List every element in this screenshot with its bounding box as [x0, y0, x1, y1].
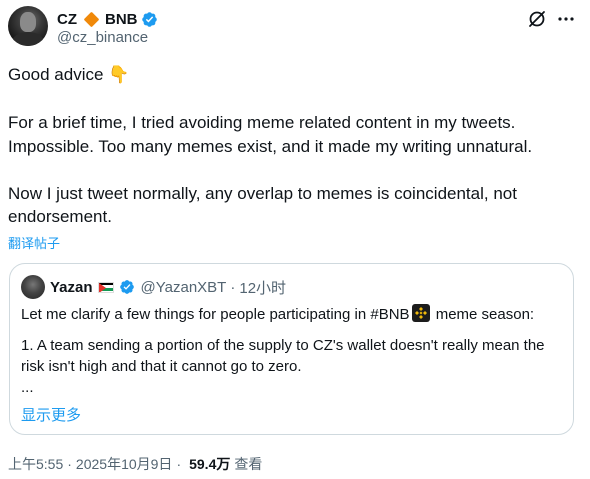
- verified-badge-icon: [119, 280, 134, 294]
- tweet-paragraph-2: For a brief time, I tried avoiding meme …: [8, 113, 533, 156]
- author-name-suffix[interactable]: BNB: [105, 11, 138, 28]
- meta-separator: ·: [176, 456, 182, 472]
- tweet-meta-row: 上午5:55 · 2025年10月9日 · 59.4万 查看: [8, 454, 262, 474]
- meta-separator: ·: [67, 456, 72, 472]
- pointing-down-icon: 👇: [108, 65, 130, 85]
- quote-header: Yazan @YazanXBT · 12小时: [50, 277, 286, 297]
- grok-icon[interactable]: [527, 9, 547, 29]
- views-label: 查看: [234, 456, 263, 472]
- quote-handle[interactable]: @YazanXBT: [141, 279, 227, 296]
- views-count[interactable]: 59.4万: [189, 454, 230, 474]
- quoted-tweet-card[interactable]: Yazan @YazanXBT · 12小时 Let me clarify a …: [9, 263, 574, 435]
- show-more-link[interactable]: 显示更多: [21, 404, 81, 425]
- quote-separator: ·: [230, 278, 236, 296]
- more-dots-icon[interactable]: [556, 9, 576, 29]
- tweet-paragraph-3: Now I just tweet normally, any overlap t…: [8, 183, 517, 227]
- quote-line-1: Let me clarify a few things for people p…: [21, 304, 535, 323]
- palestine-flag-icon: [97, 281, 114, 293]
- tweet-line-1: Good advice 👇: [8, 65, 130, 85]
- author-handle[interactable]: @cz_binance: [57, 29, 148, 46]
- quote-display-name[interactable]: Yazan: [50, 279, 93, 296]
- author-name-row[interactable]: CZ BNB: [57, 9, 158, 29]
- author-display-name[interactable]: CZ: [57, 11, 77, 28]
- author-avatar[interactable]: [8, 6, 48, 46]
- quote-point-1: 1. A team sending a portion of the suppl…: [21, 337, 545, 375]
- quote-timestamp[interactable]: 12小时: [239, 277, 286, 298]
- tweet-text: Good advice 👇 For a brief time, I tried …: [8, 63, 568, 229]
- orange-diamond-icon: [83, 11, 100, 27]
- tweet-time[interactable]: 上午5:55: [8, 454, 63, 474]
- bnb-logo-icon: [411, 304, 430, 322]
- quote-author-avatar[interactable]: [21, 275, 45, 299]
- translate-post-link[interactable]: 翻译帖子: [8, 233, 60, 252]
- verified-badge-icon: [141, 11, 157, 27]
- quote-ellipsis: ...: [21, 379, 34, 396]
- quote-text: Let me clarify a few things for people p…: [21, 304, 566, 398]
- tweet-date[interactable]: 2025年10月9日: [76, 454, 173, 474]
